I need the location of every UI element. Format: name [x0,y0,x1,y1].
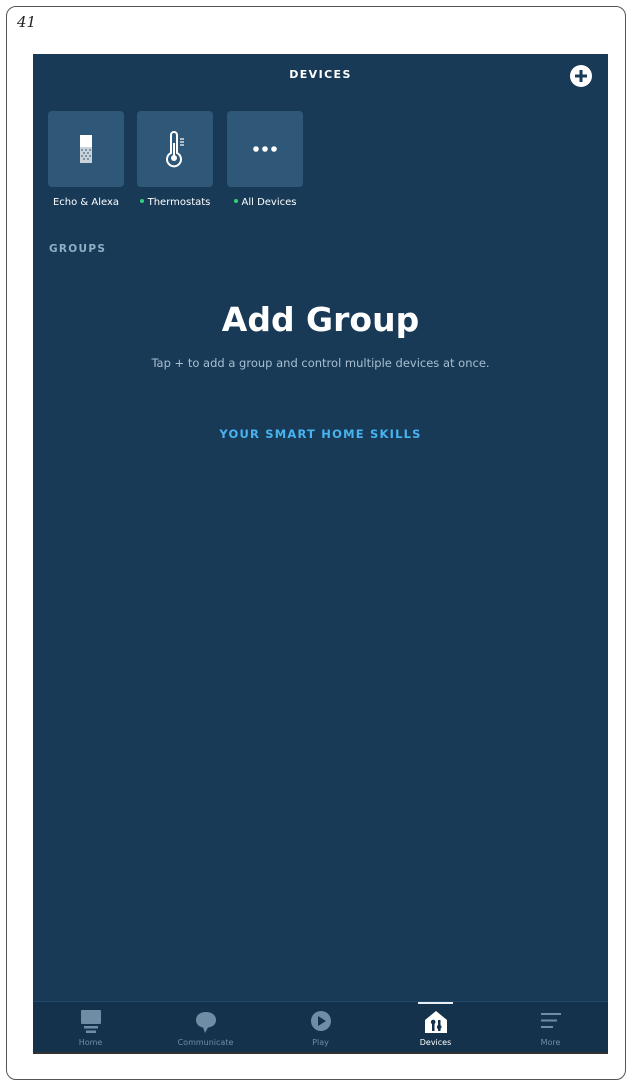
device-tile-all-devices[interactable] [227,111,303,187]
page-title: DEVICES [289,68,352,81]
nav-more[interactable]: More [493,1002,608,1053]
app-screen: DEVICES Echo & Alexa Thermostats All Dev… [33,54,608,1053]
thermometer-icon [166,131,184,168]
more-dots-icon [253,146,277,152]
groups-heading: GROUPS [49,243,107,255]
status-dot [233,199,238,203]
play-icon [310,1011,331,1031]
device-tile-thermostats[interactable] [137,111,213,187]
active-tab-indicator [418,1002,453,1004]
device-tile-all-devices-label: All Devices [227,197,303,208]
menu-lines-icon [540,1013,561,1028]
nav-home[interactable]: Home [33,1002,148,1053]
nav-communicate[interactable]: Communicate [148,1002,263,1053]
device-tile-thermostats-label: Thermostats [137,197,213,208]
divider [33,1052,608,1054]
nav-devices[interactable]: Devices [378,1002,493,1053]
status-dot [139,199,144,203]
device-tile-echo[interactable] [48,111,124,187]
home-icon [80,1010,101,1033]
smart-home-skills-link[interactable]: YOUR SMART HOME SKILLS [33,427,608,441]
bottom-nav: Home Communicate Play Devices More [33,1001,608,1053]
add-group-subtitle: Tap + to add a group and control multipl… [151,356,490,370]
add-device-button[interactable] [570,65,592,87]
devices-icon [424,1011,447,1033]
add-group-title: Add Group [221,300,420,339]
nav-play[interactable]: Play [263,1002,378,1053]
page-number: 41 [17,13,37,31]
echo-speaker-icon [80,135,92,163]
device-tile-echo-label: Echo & Alexa [52,197,120,208]
chat-bubble-icon [195,1012,216,1033]
